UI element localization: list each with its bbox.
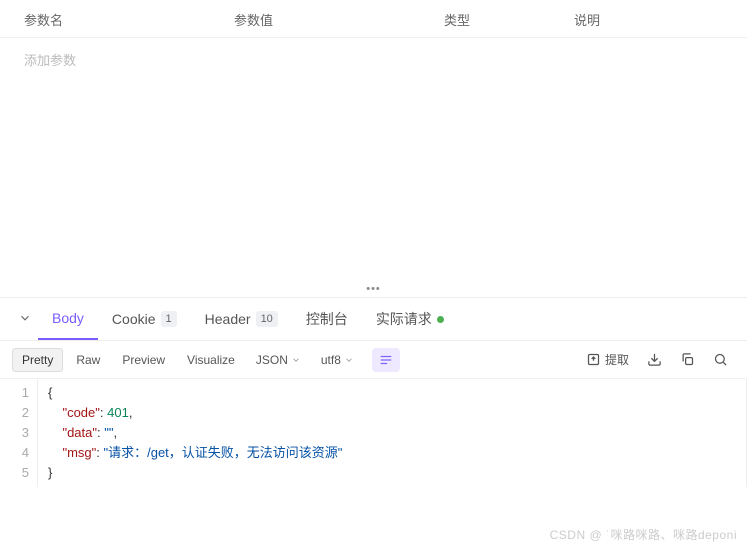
format-select[interactable]: JSON (248, 349, 309, 371)
code-body[interactable]: { "code": 401, "data": "", "msg": "请求：/g… (38, 379, 747, 487)
tab-actual-request[interactable]: 实际请求 (362, 298, 458, 340)
resize-handle[interactable]: ••• (0, 281, 747, 297)
watermark: CSDN @ ˙咪路咪路、咪路deponi (550, 526, 737, 543)
col-type: 类型 (444, 10, 574, 29)
copy-icon (680, 352, 695, 367)
tab-console-label: 控制台 (306, 309, 348, 329)
tab-header[interactable]: Header 10 (191, 298, 292, 340)
col-value: 参数值 (234, 10, 444, 29)
encoding-value: utf8 (321, 353, 341, 367)
json-value: 401 (107, 405, 129, 420)
response-body-code: 1 2 3 4 5 { "code": 401, "data": "", "ms… (0, 379, 747, 487)
line-number: 2 (0, 403, 29, 423)
chevron-down-icon[interactable] (12, 311, 38, 328)
view-preview-button[interactable]: Preview (113, 349, 174, 371)
add-param-input[interactable]: 添加参数 (0, 38, 747, 81)
response-tabs: Body Cookie 1 Header 10 控制台 实际请求 (0, 297, 747, 341)
tab-cookie[interactable]: Cookie 1 (98, 298, 191, 340)
cookie-count-badge: 1 (161, 311, 177, 327)
wrap-icon (379, 353, 393, 367)
tab-header-label: Header (205, 311, 251, 327)
download-icon (647, 352, 662, 367)
header-count-badge: 10 (256, 311, 278, 327)
extract-button[interactable]: 提取 (579, 347, 636, 372)
wrap-lines-button[interactable] (372, 348, 400, 372)
line-number: 1 (0, 383, 29, 403)
json-value: "请求：/get，认证失败，无法访问该资源" (103, 445, 342, 460)
extract-label: 提取 (605, 351, 629, 368)
copy-button[interactable] (673, 348, 702, 371)
tab-body-label: Body (52, 310, 84, 326)
chevron-down-icon (291, 355, 301, 365)
json-key: "code" (62, 405, 99, 420)
tab-cookie-label: Cookie (112, 311, 156, 327)
tab-actual-label: 实际请求 (376, 309, 432, 329)
chevron-down-icon (344, 355, 354, 365)
empty-area (0, 81, 747, 281)
col-desc: 说明 (574, 10, 747, 29)
view-visualize-button[interactable]: Visualize (178, 349, 244, 371)
line-number: 5 (0, 463, 29, 483)
status-dot-icon (437, 316, 444, 323)
view-raw-button[interactable]: Raw (67, 349, 109, 371)
json-key: "data" (62, 425, 97, 440)
col-name: 参数名 (24, 10, 234, 29)
tab-console[interactable]: 控制台 (292, 298, 362, 340)
download-button[interactable] (640, 348, 669, 371)
format-value: JSON (256, 353, 288, 367)
encoding-select[interactable]: utf8 (313, 349, 362, 371)
line-gutter: 1 2 3 4 5 (0, 379, 38, 487)
search-button[interactable] (706, 348, 735, 371)
search-icon (713, 352, 728, 367)
response-toolbar: Pretty Raw Preview Visualize JSON utf8 提… (0, 341, 747, 379)
params-table-header: 参数名 参数值 类型 说明 (0, 0, 747, 38)
line-number: 4 (0, 443, 29, 463)
extract-icon (586, 352, 601, 367)
line-number: 3 (0, 423, 29, 443)
view-pretty-button[interactable]: Pretty (12, 348, 63, 372)
json-key: "msg" (62, 445, 96, 460)
tab-body[interactable]: Body (38, 298, 98, 340)
